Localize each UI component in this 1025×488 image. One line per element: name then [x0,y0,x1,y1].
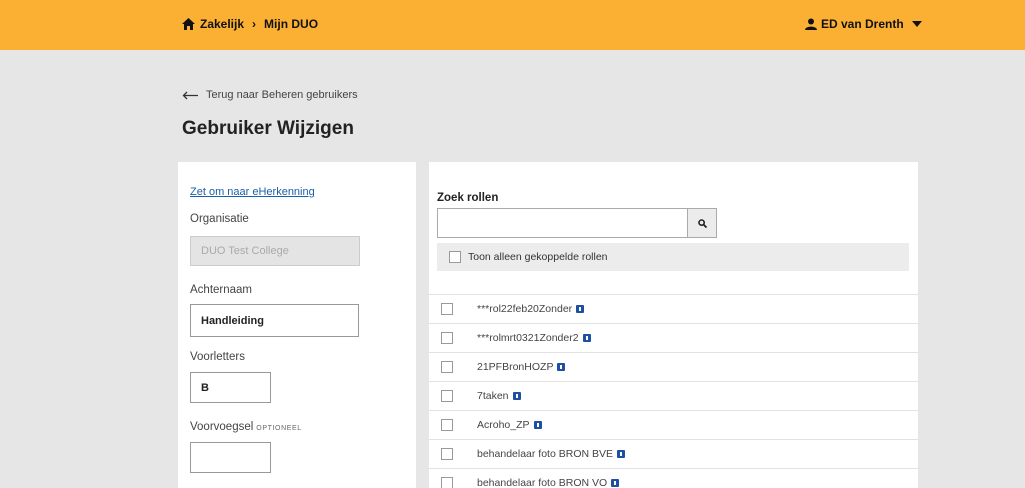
search-button[interactable] [687,208,717,238]
home-icon[interactable] [182,18,195,30]
linked-roles-label: Toon alleen gekoppelde rollen [468,251,608,263]
role-checkbox[interactable] [441,332,453,344]
voorvoegsel-field[interactable] [190,442,271,473]
role-name: behandelaar foto BRON BVE [477,448,613,460]
search-roles-input[interactable] [437,208,688,238]
list-item: ***rol22feb20Zonder [429,294,918,323]
voorletters-field[interactable] [190,372,271,403]
list-item: 21PFBronHOZP [429,352,918,381]
linked-roles-filter: Toon alleen gekoppelde rollen [437,243,909,271]
info-icon[interactable] [617,450,625,458]
user-form-panel: Zet om naar eHerkenning Organisatie Acht… [178,162,416,488]
list-item: behandelaar foto BRON VO [429,468,918,488]
top-bar: Zakelijk › Mijn DUO ED van Drenth [0,0,1025,50]
breadcrumb-zakelijk[interactable]: Zakelijk [200,17,244,31]
caret-down-icon [911,21,922,27]
search-roles-label: Zoek rollen [437,192,499,204]
role-name: ***rol22feb20Zonder [477,303,573,315]
organisatie-field [190,236,360,266]
roles-panel: Zoek rollen Toon alleen gekoppelde rolle… [429,162,918,488]
back-link-label: Terug naar Beheren gebruikers [206,89,358,101]
info-icon[interactable] [512,392,521,400]
role-checkbox[interactable] [441,390,453,402]
list-item: ***rolmrt0321Zonder2 [429,323,918,352]
role-checkbox[interactable] [441,303,453,315]
roles-list: ***rol22feb20Zonder ***rolmrt0321Zonder2… [429,294,918,488]
info-icon[interactable] [582,334,591,342]
convert-eherkenning-link[interactable]: Zet om naar eHerkenning [190,186,315,198]
role-checkbox[interactable] [441,477,453,488]
achternaam-label: Achternaam [190,284,253,296]
list-item: Acroho_ZP [429,410,918,439]
breadcrumb: Zakelijk › Mijn DUO [182,17,318,31]
info-icon[interactable] [557,363,566,371]
info-icon[interactable] [533,421,542,429]
achternaam-field[interactable] [190,304,359,337]
voorvoegsel-label-text: Voorvoegsel [190,421,254,433]
role-name: behandelaar foto BRON VO [477,477,608,488]
search-icon [697,218,707,228]
linked-roles-checkbox[interactable] [449,251,461,263]
optional-tag: OPTIONEEL [256,425,302,432]
breadcrumb-mijn-duo[interactable]: Mijn DUO [264,17,318,31]
role-checkbox[interactable] [441,361,453,373]
breadcrumb-separator: › [252,17,257,31]
role-name: Acroho_ZP [477,419,530,431]
list-item: behandelaar foto BRON BVE [429,439,918,468]
user-menu[interactable]: ED van Drenth [805,17,922,31]
voorvoegsel-label: Voorvoegsel OPTIONEEL [190,421,302,433]
page-title: Gebruiker Wijzigen [182,118,354,139]
arrow-left-icon [182,91,198,99]
user-icon [805,18,817,30]
role-checkbox[interactable] [441,419,453,431]
user-name: ED van Drenth [821,17,904,31]
organisatie-label: Organisatie [190,213,249,225]
info-icon[interactable] [611,479,620,487]
voorletters-label: Voorletters [190,351,245,363]
role-name: ***rolmrt0321Zonder2 [477,332,579,344]
role-name: 21PFBronHOZP [477,361,554,373]
role-name: 7taken [477,390,509,402]
list-item: 7taken [429,381,918,410]
back-link[interactable]: Terug naar Beheren gebruikers [182,89,358,101]
role-checkbox[interactable] [441,448,453,460]
info-icon[interactable] [576,305,585,313]
